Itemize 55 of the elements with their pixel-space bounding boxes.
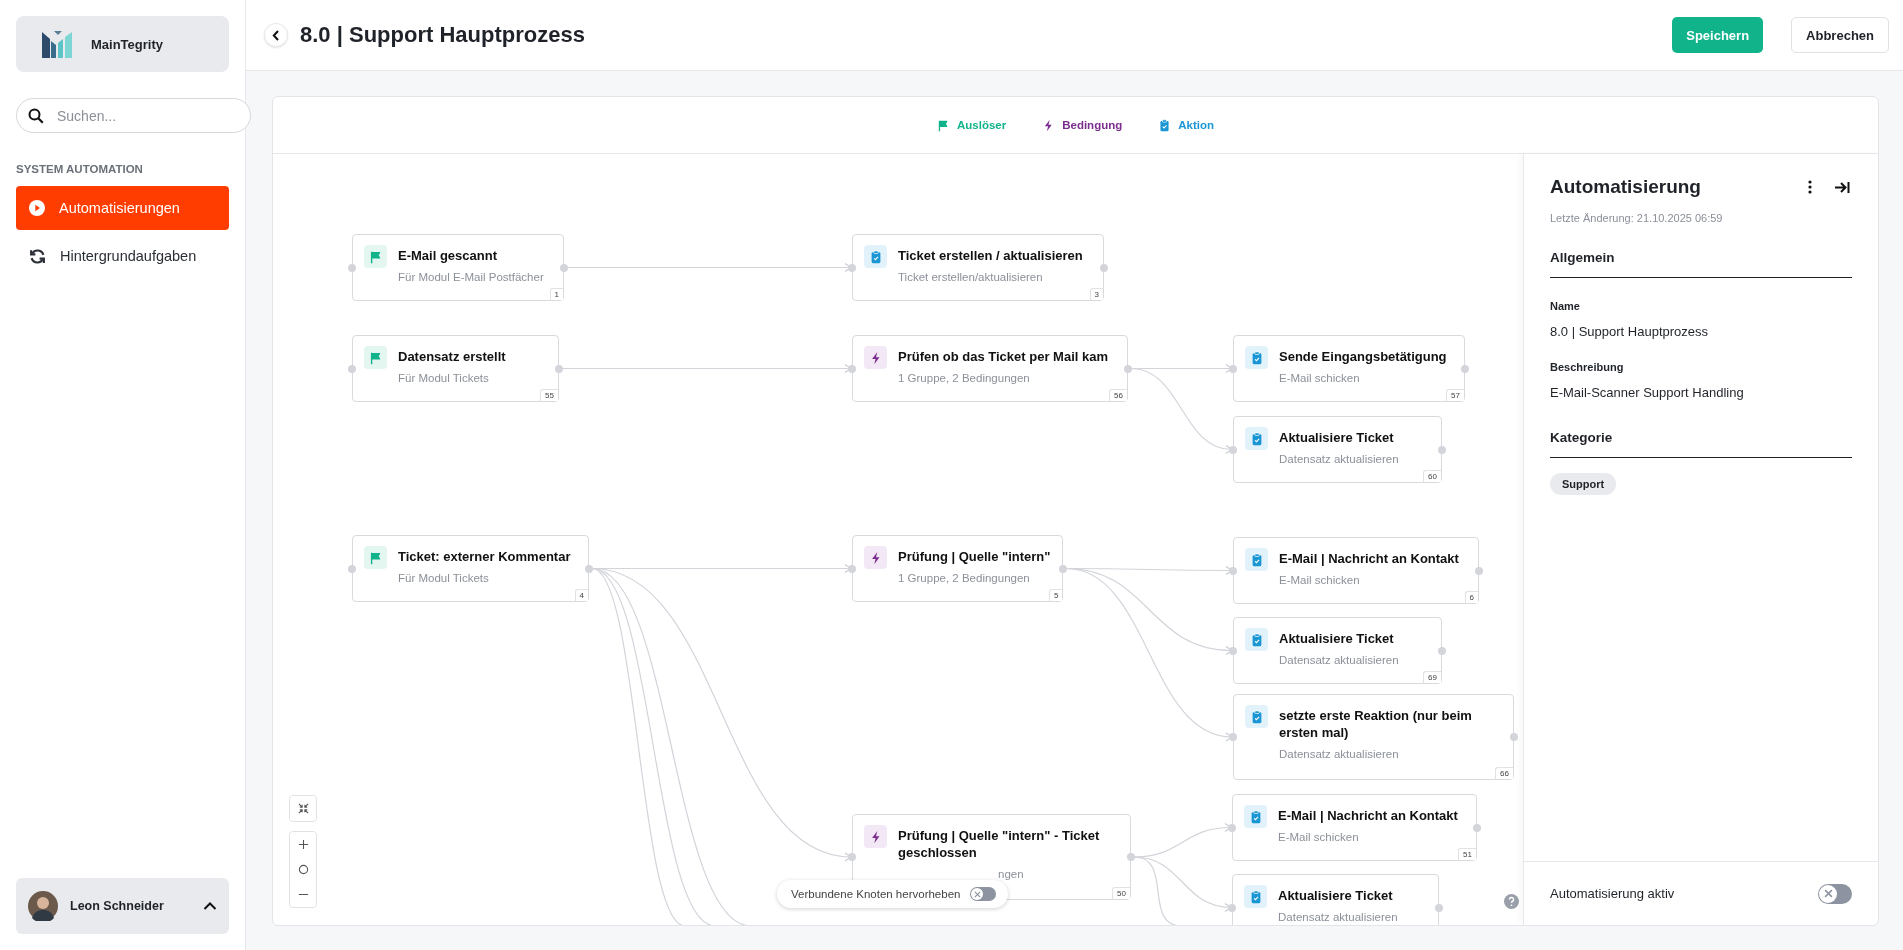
toggle-label: Automatisierung aktiv — [1550, 886, 1675, 901]
section-label: SYSTEM AUTOMATION — [16, 163, 144, 175]
node-number: 5 — [1049, 589, 1063, 601]
node-title: Prüfen ob das Ticket per Mail kam — [898, 349, 1108, 366]
panel-title: Automatisierung — [1550, 176, 1702, 198]
node-number: 60 — [1423, 470, 1441, 482]
node-subtitle: Datensatz aktualisieren — [1278, 910, 1398, 923]
node-subtitle: E-Mail schicken — [1278, 830, 1360, 843]
field-label: Name — [1550, 300, 1581, 312]
section-heading: Kategorie — [1550, 430, 1852, 458]
node-title: E-Mail gescannt — [398, 248, 498, 265]
node-subtitle: E-Mail schicken — [1279, 371, 1361, 384]
node-subtitle: Datensatz aktualisieren — [1279, 452, 1399, 465]
node-subtitle: Für Modul Tickets — [398, 571, 490, 584]
node-number: 55 — [540, 389, 558, 401]
field-value: 8.0 | Support Hauptprozess — [1550, 324, 1710, 339]
field-value: E-Mail-Scanner Support Handling — [1550, 385, 1745, 400]
node-subtitle: Datensatz aktualisieren — [1279, 653, 1399, 666]
node-title: Sende Eingangsbetätigung — [1279, 349, 1447, 366]
node-title: Aktualisiere Ticket — [1279, 430, 1395, 447]
node-subtitle: ngen — [997, 867, 1025, 880]
last-modified: Letzte Änderung: 21.10.2025 06:59 — [1550, 212, 1724, 224]
node-subtitle: 1 Gruppe, 2 Bedingungen — [898, 571, 1031, 584]
node-title: setzte erste Reaktion (nur beim ersten mal) — [1279, 708, 1473, 742]
node-subtitle: E-Mail schicken — [1279, 573, 1361, 586]
node-number: 3 — [1089, 288, 1103, 300]
node-title: E-Mail | Nachricht an Kontakt — [1279, 551, 1459, 568]
node-title: E-Mail | Nachricht an Kontakt — [1278, 808, 1458, 825]
node-title: Aktualisiere Ticket — [1278, 888, 1394, 905]
node-title: Datensatz erstellt — [398, 349, 506, 366]
node-number: 51 — [1458, 848, 1476, 860]
node-number: 6 — [1464, 591, 1478, 603]
node-title: Prüfung | Quelle "intern" - Ticket geschlossen — [898, 828, 1101, 862]
node-number: 56 — [1109, 389, 1127, 401]
page-title: 8.0 | Support Hauptprozess — [300, 22, 586, 48]
node-number: 66 — [1495, 767, 1513, 779]
node-number: 69 — [1423, 671, 1441, 683]
node-subtitle: Für Modul E-Mail Postfächer — [398, 270, 544, 283]
node-number: 4 — [574, 589, 588, 601]
node-number: 1 — [549, 288, 563, 300]
node-number: 50 — [1112, 887, 1130, 899]
node-subtitle: Ticket erstellen/aktualisieren — [898, 270, 1044, 283]
category-tag: Support — [1550, 473, 1617, 495]
node-number: 57 — [1446, 389, 1464, 401]
node-subtitle: Datensatz aktualisieren — [1279, 747, 1400, 760]
app-name: MainTegrity — [91, 36, 163, 52]
field-label: Beschreibung — [1550, 361, 1625, 373]
node-title: Ticket: externer Kommentar — [398, 549, 571, 566]
section-heading: Allgemein — [1550, 250, 1852, 278]
node-subtitle: Für Modul Tickets — [398, 371, 490, 384]
user-name: Leon Schneider — [70, 899, 165, 913]
node-subtitle: 1 Gruppe, 2 Bedingungen — [898, 371, 1031, 384]
node-title: Aktualisiere Ticket — [1279, 631, 1395, 648]
node-title: Prüfung | Quelle "intern" — [898, 549, 1051, 566]
node-title: Ticket erstellen / aktualisieren — [898, 248, 1083, 265]
